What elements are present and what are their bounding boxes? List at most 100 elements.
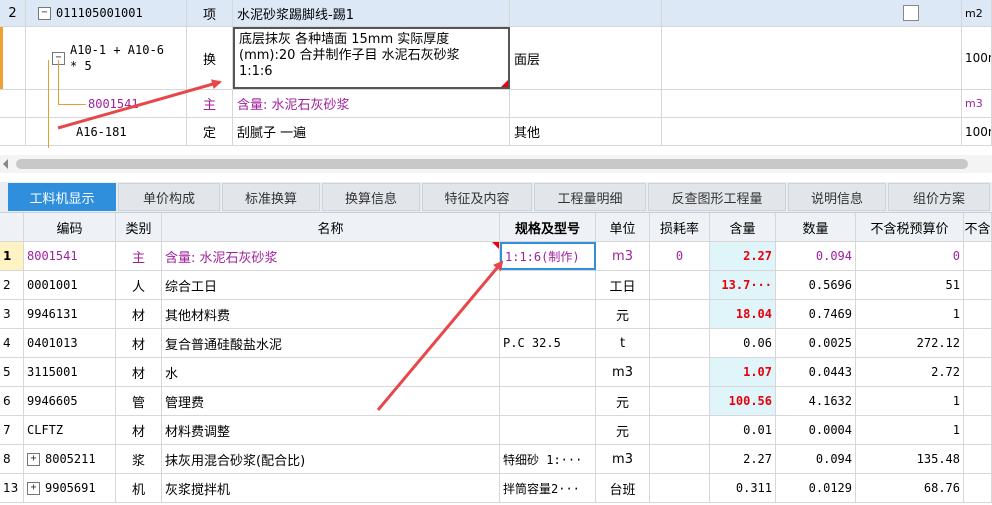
header-loss-rate[interactable]: 损耗率 (650, 213, 710, 241)
content-cell[interactable]: 2.27 (710, 242, 776, 270)
content-cell[interactable]: 0.311 (710, 474, 776, 502)
header-type[interactable]: 类别 (116, 213, 162, 241)
content-cell[interactable]: 18.04 (710, 300, 776, 328)
loss-rate-cell[interactable] (650, 300, 710, 328)
code-cell[interactable]: +8005211 (24, 445, 116, 473)
quantity-cell[interactable]: 0.0025 (776, 329, 856, 357)
header-price[interactable]: 不含税预算价 (856, 213, 964, 241)
table-row[interactable]: 7 CLFTZ 材材料费调整 元 0.01 0.0004 1 (0, 416, 992, 445)
loss-rate-cell[interactable] (650, 416, 710, 444)
table-row[interactable]: 4 0401013 材复合普通硅酸盐水泥 P.C 32.5 t 0.06 0.0025 272… (0, 329, 992, 358)
price-cell[interactable]: 51 (856, 271, 964, 299)
code-cell[interactable]: 3115001 (24, 358, 116, 386)
tab-pricing-scheme[interactable]: 组价方案 (888, 183, 990, 211)
more-cell[interactable] (964, 474, 992, 502)
name-cell[interactable]: 水 (162, 358, 500, 386)
loss-rate-cell[interactable] (650, 387, 710, 415)
name-cell[interactable]: 含量: 水泥石灰砂浆 (162, 242, 500, 270)
price-cell[interactable]: 1 (856, 387, 964, 415)
expand-icon[interactable]: + (27, 481, 40, 495)
spec-cell[interactable]: P.C 32.5 (500, 329, 596, 357)
loss-rate-cell[interactable] (650, 358, 710, 386)
spec-cell[interactable] (500, 416, 596, 444)
feature-cell[interactable] (510, 0, 662, 26)
tab-labor-material-machine[interactable]: 工料机显示 (8, 183, 116, 211)
loss-rate-cell[interactable]: 0 (650, 242, 710, 270)
content-cell[interactable]: 13.7··· (710, 271, 776, 299)
quantity-cell[interactable]: 0.5696 (776, 271, 856, 299)
type-cell[interactable]: 浆 (116, 445, 162, 473)
name-cell[interactable]: 管理费 (162, 387, 500, 415)
price-cell[interactable]: 272.12 (856, 329, 964, 357)
unit-cell[interactable]: t (596, 329, 650, 357)
name-cell-editing[interactable]: 底层抹灰 各种墙面 15mm 实际厚度 (mm):20 合并制作子目 水泥石灰砂… (233, 27, 510, 89)
unit-cell[interactable]: 元 (596, 387, 650, 415)
code-cell[interactable]: 9946605 (24, 387, 116, 415)
quantity-cell[interactable]: 0.094 (776, 242, 856, 270)
code-cell[interactable]: CLFTZ (24, 416, 116, 444)
content-cell[interactable]: 100.56 (710, 387, 776, 415)
unit-cell[interactable]: 台班 (596, 474, 650, 502)
header-more[interactable]: 不含 (964, 213, 992, 241)
unit-cell[interactable]: m3 (596, 358, 650, 386)
feature-cell[interactable] (510, 90, 662, 117)
more-cell[interactable] (964, 445, 992, 473)
unit-cell[interactable]: 工日 (596, 271, 650, 299)
scroll-thumb[interactable] (16, 159, 968, 169)
loss-rate-cell[interactable] (650, 271, 710, 299)
code-cell[interactable]: 0401013 (24, 329, 116, 357)
table-row[interactable]: 5 3115001 材水 m3 1.07 0.0443 2.72 (0, 358, 992, 387)
tab-quantity-details[interactable]: 工程量明细 (534, 183, 646, 211)
name-cell[interactable]: 灰浆搅拌机 (162, 474, 500, 502)
table-row[interactable]: 13 +9905691 机灰浆搅拌机 拌筒容量2··· 台班 0.311 0.0129 68.… (0, 474, 992, 503)
tab-standard-conversion[interactable]: 标准换算 (222, 183, 320, 211)
type-cell[interactable]: 材 (116, 300, 162, 328)
header-code[interactable]: 编码 (24, 213, 116, 241)
type-cell[interactable]: 材 (116, 329, 162, 357)
code-cell[interactable]: +9905691 (24, 474, 116, 502)
header-spec[interactable]: 规格及型号 (500, 213, 596, 241)
type-cell[interactable]: 主 (116, 242, 162, 270)
unit-cell[interactable]: m3 (596, 445, 650, 473)
code-cell[interactable]: 9946131 (24, 300, 116, 328)
loss-rate-cell[interactable] (650, 474, 710, 502)
code-cell[interactable]: 8001541 (24, 242, 116, 270)
more-cell[interactable] (964, 300, 992, 328)
price-cell[interactable]: 135.48 (856, 445, 964, 473)
more-cell[interactable] (964, 242, 992, 270)
name-cell[interactable]: 刮腻子 一遍 (233, 118, 510, 145)
spec-cell[interactable]: 特细砂 1:··· (500, 445, 596, 473)
name-cell[interactable]: 含量: 水泥石灰砂浆 (233, 90, 510, 117)
spec-cell[interactable]: 拌筒容量2··· (500, 474, 596, 502)
loss-rate-cell[interactable] (650, 445, 710, 473)
header-quantity[interactable]: 数量 (776, 213, 856, 241)
quantity-cell[interactable]: 0.0129 (776, 474, 856, 502)
type-cell[interactable]: 材 (116, 358, 162, 386)
name-cell[interactable]: 其他材料费 (162, 300, 500, 328)
type-cell[interactable]: 机 (116, 474, 162, 502)
table-row[interactable]: A16-181 定 刮腻子 一遍 其他 100m (0, 118, 992, 146)
collapse-icon[interactable]: − (38, 6, 51, 20)
table-row[interactable]: 8 +8005211 浆抹灰用混合砂浆(配合比) 特细砂 1:··· m3 2.27 0.0… (0, 445, 992, 474)
expand-icon[interactable]: + (27, 452, 40, 466)
name-cell[interactable]: 复合普通硅酸盐水泥 (162, 329, 500, 357)
checkbox[interactable] (903, 5, 919, 21)
name-cell[interactable]: 抹灰用混合砂浆(配合比) (162, 445, 500, 473)
name-cell[interactable]: 水泥砂浆踢脚线-踢1 (233, 0, 510, 26)
tab-unit-price[interactable]: 单价构成 (118, 183, 220, 211)
tab-conversion-info[interactable]: 换算信息 (322, 183, 420, 211)
type-cell[interactable]: 人 (116, 271, 162, 299)
quantity-cell[interactable]: 0.7469 (776, 300, 856, 328)
quantity-cell[interactable]: 0.094 (776, 445, 856, 473)
price-cell[interactable]: 68.76 (856, 474, 964, 502)
feature-cell[interactable]: 面层 (510, 27, 662, 89)
loss-rate-cell[interactable] (650, 329, 710, 357)
horizontal-scrollbar[interactable] (0, 155, 992, 173)
tab-graphic-quantity[interactable]: 反查图形工程量 (648, 183, 786, 211)
content-cell[interactable]: 0.06 (710, 329, 776, 357)
header-unit[interactable]: 单位 (596, 213, 650, 241)
content-cell[interactable]: 0.01 (710, 416, 776, 444)
quantity-cell[interactable]: 4.1632 (776, 387, 856, 415)
spec-cell[interactable]: 1:1:6(制作) (500, 242, 596, 270)
spec-cell[interactable] (500, 271, 596, 299)
